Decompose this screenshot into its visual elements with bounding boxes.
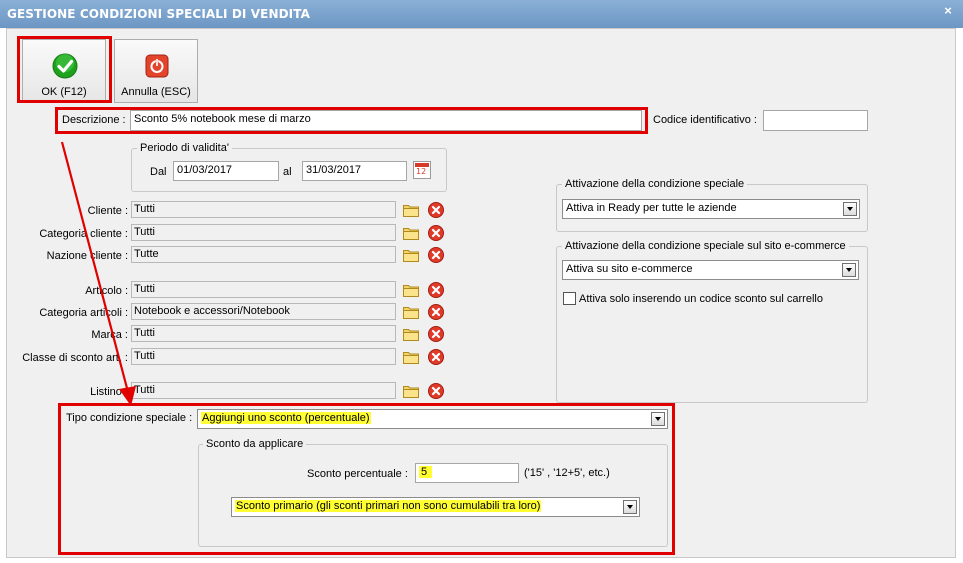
annotation-arrow	[60, 141, 136, 406]
